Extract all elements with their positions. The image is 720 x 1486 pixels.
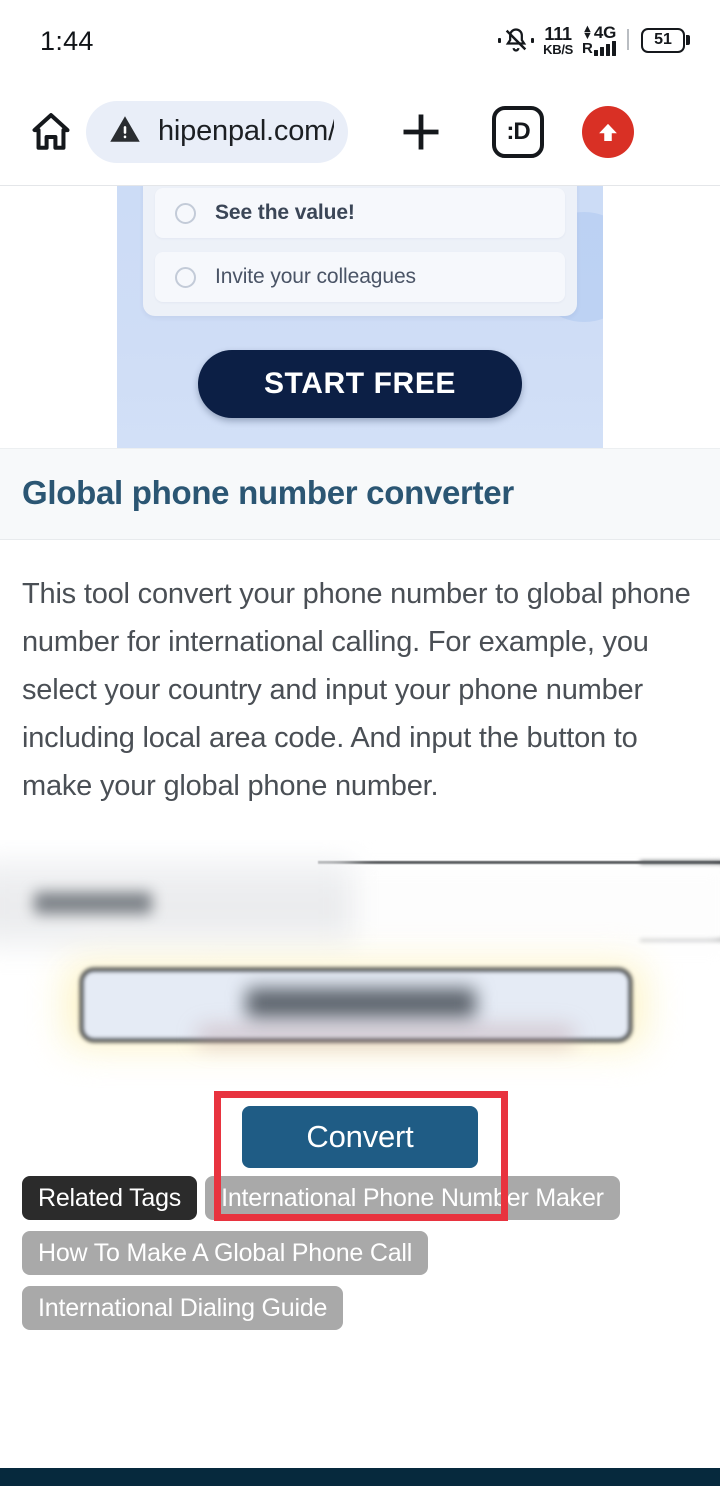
roaming-label: R [582, 40, 593, 57]
battery-level-label: 51 [654, 31, 672, 48]
article-paragraph: This tool convert your phone number to g… [22, 578, 691, 803]
bell-mute-icon [498, 26, 535, 54]
browser-toolbar: hipenpal.com/to :D [0, 78, 720, 186]
converter-form [0, 840, 720, 1110]
plus-icon[interactable] [386, 101, 456, 163]
signal-bars-icon: ▲ ▼ 4G R [582, 24, 616, 56]
ad-option-card: See the value! Invite your colleagues [143, 186, 577, 316]
tag-chip[interactable]: International Dialing Guide [22, 1286, 344, 1331]
network-speed-value: 111 [544, 23, 572, 44]
status-divider [627, 28, 629, 50]
ad-option-label: Invite your colleagues [215, 265, 416, 288]
phone-number-input-value [246, 988, 476, 1019]
network-type-label: 4G [593, 23, 616, 42]
url-text: hipenpal.com/to [158, 115, 334, 147]
tab-switcher-button[interactable]: :D [492, 105, 544, 158]
warning-triangle-icon[interactable] [108, 112, 142, 151]
status-clock: 1:44 [40, 25, 94, 56]
article-body: This tool convert your phone number to g… [0, 540, 720, 810]
status-indicators: 111 KB/S ▲ ▼ 4G R 51 [498, 0, 690, 78]
network-speed-unit: KB/S [543, 41, 574, 57]
ad-option-row[interactable]: See the value! [155, 188, 565, 238]
phone-status-bar: 1:44 111 KB/S ▲ ▼ 4G R 51 [0, 0, 720, 78]
start-free-button[interactable]: START FREE [198, 350, 522, 418]
data-arrows-icon: ▲ ▼ [582, 22, 593, 42]
country-select-value [34, 892, 152, 915]
tab-count-label: :D [506, 117, 530, 145]
phone-number-input-shadow [196, 1025, 576, 1048]
url-bar[interactable]: hipenpal.com/to [86, 100, 348, 163]
radio-icon[interactable] [175, 266, 196, 288]
radio-icon[interactable] [175, 202, 196, 224]
page-title-band: Global phone number converter [0, 448, 720, 541]
page-title: Global phone number converter [22, 474, 514, 511]
ad-option-label: See the value! [215, 201, 355, 224]
up-arrow-icon[interactable] [582, 105, 634, 158]
advertisement-banner[interactable]: See the value! Invite your colleagues ST… [0, 186, 720, 448]
start-free-label: START FREE [263, 367, 457, 400]
ad-option-row[interactable]: Invite your colleagues [155, 252, 565, 302]
convert-button[interactable]: Convert [242, 1106, 478, 1168]
battery-icon: 51 [641, 27, 690, 53]
page-footer-bar [0, 1468, 720, 1486]
related-tags-title: Related Tags [22, 1176, 198, 1221]
tag-row: How To Make A Global Phone Call [0, 1231, 720, 1276]
signal-strength-bars [593, 41, 616, 56]
network-speed-indicator: 111 KB/S [543, 25, 573, 56]
convert-button-label: Convert [306, 1119, 414, 1154]
tag-row: International Dialing Guide [0, 1286, 720, 1331]
tag-chip[interactable]: How To Make A Global Phone Call [22, 1231, 429, 1276]
home-icon[interactable] [20, 101, 82, 163]
